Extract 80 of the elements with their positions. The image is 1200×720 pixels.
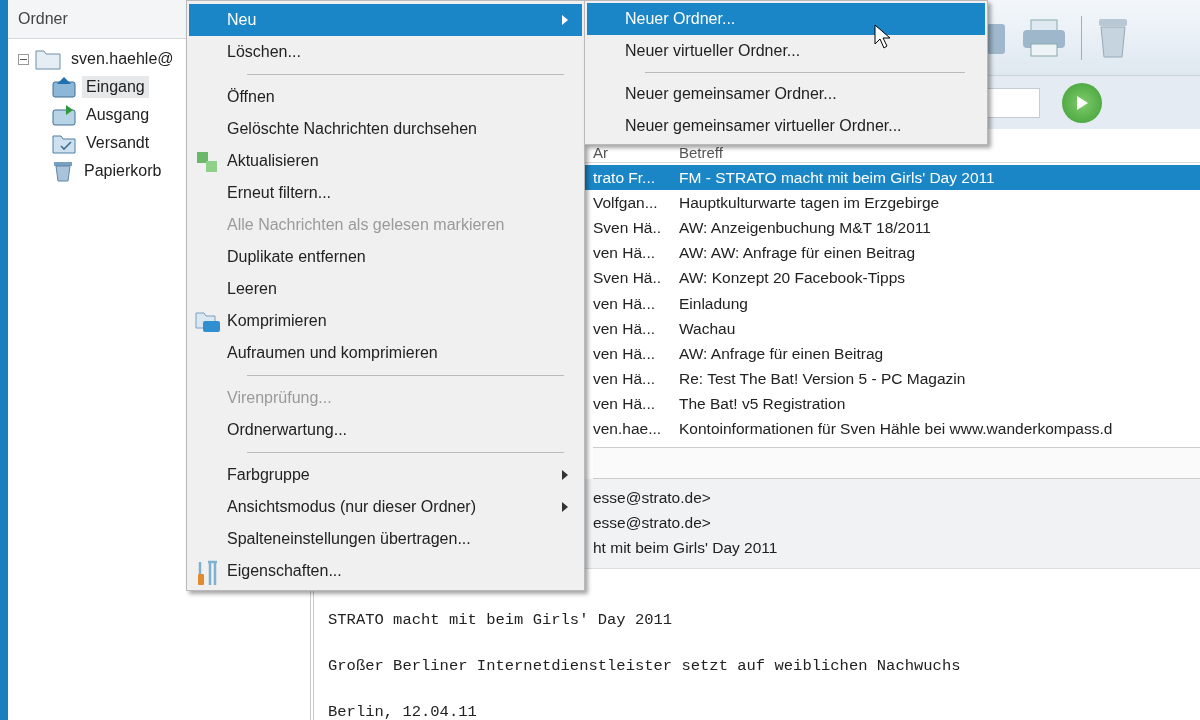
menu-item[interactable]: Ordnerwartung...: [189, 414, 582, 446]
message-text: Berlin, 12.04.11: [328, 703, 477, 720]
panel-title: Ordner: [18, 10, 68, 28]
tree-item[interactable]: sven.haehle@: [67, 48, 178, 70]
trash-icon[interactable]: [1096, 16, 1130, 59]
sender-cell-text: ven.hae...: [593, 420, 663, 439]
menu-item[interactable]: Spalteneinstellungen übertragen...: [189, 523, 582, 555]
menu-item[interactable]: Aufraumen und komprimieren: [189, 337, 582, 369]
message-text: STRATO macht mit beim Girls' Day 2011: [328, 611, 673, 630]
submenu-arrow-icon: [562, 502, 568, 512]
message-row[interactable]: Sven Hä.. AW: Konzept 20 Facebook-Tipps: [593, 265, 1200, 291]
sync-icon: [195, 150, 219, 174]
sender-cell-text: Volfgan...: [593, 193, 659, 212]
menu-item[interactable]: Neuer virtueller Ordner...: [587, 35, 985, 67]
message-row[interactable]: ven Hä... Einladung: [593, 290, 1200, 317]
submenu-arrow-icon: [562, 470, 568, 480]
tree-item[interactable]: Versandt: [82, 132, 154, 154]
cursor-icon: [874, 24, 892, 50]
tree-item[interactable]: Ausgang: [82, 104, 154, 126]
subject-cell: Kontoinformationen für Sven Hähle bei www.wanderkompass.d: [679, 420, 1113, 439]
menu-item[interactable]: Duplikate entfernen: [189, 241, 582, 273]
go-button[interactable]: [1062, 82, 1102, 123]
message-row[interactable]: ven.hae... Kontoinformationen für Sven Hähle bei www.wanderkompass.d: [593, 416, 1200, 443]
sender-cell-text: ven Hä...: [593, 395, 657, 414]
trash-icon: [52, 160, 74, 182]
print-icon[interactable]: [1021, 17, 1067, 58]
menu-item[interactable]: Komprimieren: [189, 305, 582, 337]
collapse-icon[interactable]: [18, 53, 29, 65]
sender-cell-text: ven Hä...: [593, 294, 657, 313]
inbox-icon: [52, 76, 76, 98]
subject-cell: AW: Konzept 20 Facebook-Tipps: [679, 269, 905, 288]
subject-cell: Einladung: [679, 294, 748, 313]
subject-cell: The Bat! v5 Registration: [679, 395, 846, 414]
splitter-bar[interactable]: [593, 447, 1200, 480]
column-header[interactable]: Betreff: [679, 145, 723, 161]
subject-cell: Wachau: [679, 319, 736, 338]
outbox-icon: [52, 104, 76, 126]
sender-cell-text: ven Hä...: [593, 370, 657, 389]
sender-cell-text: Sven Hä..: [593, 269, 663, 288]
sent-folder-icon: [52, 132, 76, 154]
header-line: esse@strato.de>: [593, 513, 712, 534]
subject-cell: AW: Anzeigenbuchung M&T 18/2011: [679, 218, 931, 237]
column-header[interactable]: Ar: [593, 145, 679, 161]
menu-item[interactable]: Eigenschaften...: [189, 555, 582, 587]
menu-item[interactable]: Öffnen: [189, 81, 582, 113]
menu-item[interactable]: Neuer gemeinsamer Ordner...: [587, 78, 985, 110]
folder-icon: [35, 48, 61, 70]
menu-item[interactable]: Neuer Ordner...: [587, 3, 985, 35]
menu-item[interactable]: Farbgruppe: [189, 459, 582, 491]
menu-item[interactable]: Neuer gemeinsamer virtueller Ordner...: [587, 110, 985, 142]
sender-cell-text: trato Fr...: [593, 168, 656, 187]
subject-cell: AW: AW: Anfrage für einen Beitrag: [679, 244, 916, 263]
play-icon: [1075, 94, 1089, 111]
menu-item[interactable]: Löschen...: [189, 36, 582, 68]
menu-item[interactable]: Neu: [189, 4, 582, 36]
subject-cell: FM - STRATO macht mit beim Girls' Day 2011: [679, 168, 995, 187]
message-row[interactable]: ven Hä... AW: Anfrage für einen Beitrag: [593, 341, 1200, 367]
sender-cell-text: Sven Hä..: [593, 218, 663, 237]
subject-cell: Re: Test The Bat! Version 5 - PC Magazin: [679, 370, 966, 389]
subject-cell: AW: Anfrage für einen Beitrag: [679, 344, 884, 363]
message-row[interactable]: Sven Hä.. AW: Anzeigenbuchung M&T 18/2011: [593, 215, 1200, 241]
header-line: ht mit beim Girls' Day 2011: [593, 538, 779, 559]
message-row[interactable]: ven Hä... AW: AW: Anfrage für einen Beitrag: [593, 240, 1200, 266]
message-text: Großer Berliner Internetdienstleister setzt auf weiblichen Nachwuchs: [328, 657, 961, 676]
submenu-arrow-icon: [562, 15, 568, 25]
message-row[interactable]: ven Hä... Wachau: [593, 316, 1200, 342]
subject-cell: Hauptkulturwarte tagen im Erzgebirge: [679, 193, 940, 212]
message-row[interactable]: Volfgan... Hauptkulturwarte tagen im Erzgebirge: [593, 190, 1200, 216]
header-line: esse@strato.de>: [593, 488, 712, 509]
menu-item[interactable]: Gelöschte Nachrichten durchsehen: [189, 113, 582, 145]
menu-item[interactable]: Ansichtsmodus (nur dieser Ordner): [189, 491, 582, 523]
message-row[interactable]: ven Hä... The Bat! v5 Registration: [593, 391, 1200, 417]
sender-cell-text: ven Hä...: [593, 244, 657, 263]
folder-icon: [195, 310, 221, 334]
sender-cell-text: ven Hä...: [593, 344, 657, 363]
message-row[interactable]: ven Hä... Re: Test The Bat! Version 5 - PC Magazin: [593, 366, 1200, 392]
tree-item[interactable]: Eingang: [82, 76, 149, 98]
sender-cell-text: ven Hä...: [593, 319, 657, 338]
tree-item[interactable]: Papierkorb: [80, 160, 166, 182]
menu-item[interactable]: Leeren: [189, 273, 582, 305]
